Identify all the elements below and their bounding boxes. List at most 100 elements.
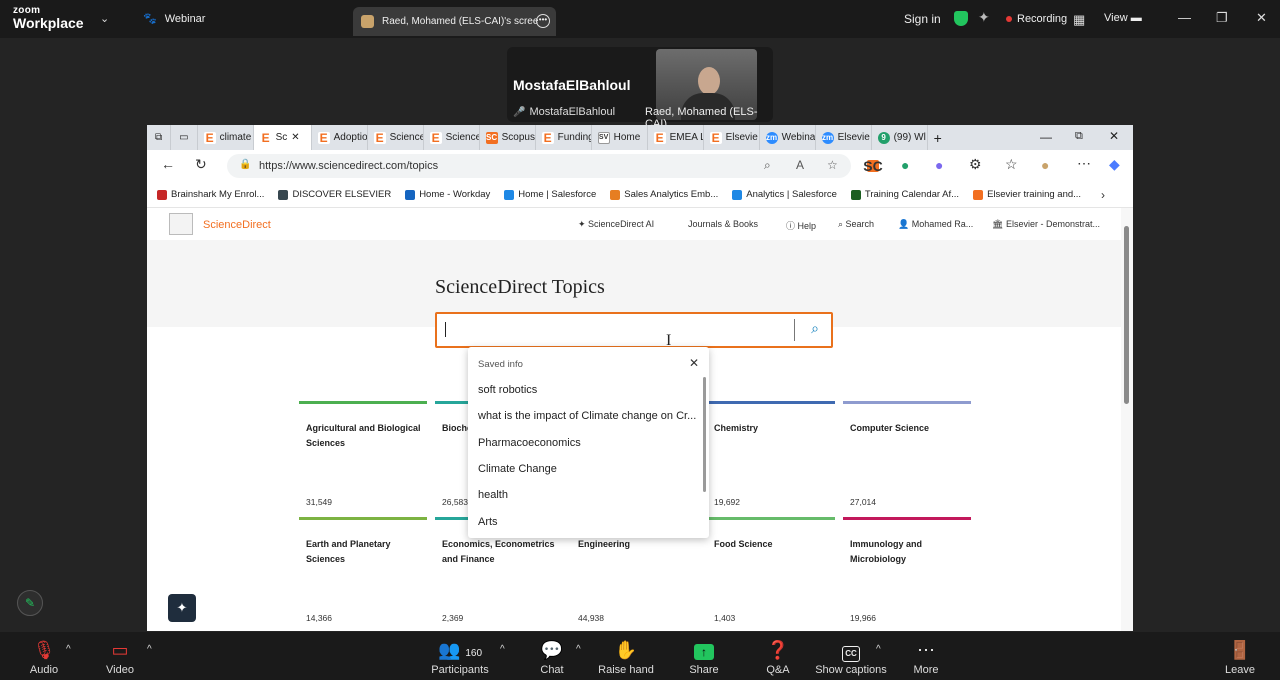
search-icon[interactable]: ⌕ <box>804 320 826 340</box>
hand-icon: ✋ <box>614 640 638 660</box>
bookmark-item[interactable]: Brainshark My Enrol... <box>157 189 264 200</box>
nav-help[interactable]: ⓘ Help <box>786 219 816 232</box>
video-button[interactable]: ▭ Video <box>98 638 142 676</box>
shared-screen-tab[interactable]: Raed, Mohamed (ELS-CAI)'s scree ••• <box>353 7 556 36</box>
nav-institution[interactable]: 🏛 Elsevier - Demonstrat... <box>992 219 1100 230</box>
bookmarks-more-icon[interactable]: › <box>1101 188 1105 202</box>
saved-info-item[interactable]: soft robotics <box>478 384 698 396</box>
profile-extension-icon[interactable]: ● <box>935 157 943 173</box>
audio-button[interactable]: 🎙 Audio <box>22 638 66 676</box>
recording-indicator[interactable]: Recording <box>1006 13 1067 25</box>
extension-icon[interactable]: ● <box>901 157 909 173</box>
saved-info-item[interactable]: Arts <box>478 516 698 528</box>
browser-tab[interactable]: SV Home <box>592 125 648 150</box>
tab-actions-icon[interactable]: ▭ <box>171 125 198 150</box>
browser-tab[interactable]: Eclimate <box>198 125 254 150</box>
zoom-brand-main: Workplace <box>13 15 84 31</box>
nav-sciencedirect-ai[interactable]: ✦ ScienceDirect AI <box>578 219 654 230</box>
more-button[interactable]: ⋯ More <box>908 638 944 676</box>
new-tab-button[interactable]: + <box>928 125 948 150</box>
workspaces-icon[interactable]: ⧉ <box>147 125 172 150</box>
browser-tab[interactable]: E Funding <box>536 125 592 150</box>
browser-restore-icon[interactable]: ⧉ <box>1075 130 1083 143</box>
bookmark-item[interactable]: Analytics | Salesforce <box>732 189 837 200</box>
participants-button[interactable]: 👥 160 Participants <box>428 638 492 676</box>
video-options-icon[interactable]: ^ <box>147 644 152 655</box>
nav-search[interactable]: ⌕ Search <box>838 219 874 230</box>
elsevier-logo-icon[interactable] <box>169 213 193 235</box>
browser-tab[interactable]: E Sc ✕ <box>253 125 312 150</box>
share-button[interactable]: ↑ Share <box>684 638 724 676</box>
saved-info-item[interactable]: what is the impact of Climate change on … <box>478 410 698 422</box>
annotate-pen-icon[interactable]: ✎ <box>17 590 43 616</box>
chat-button[interactable]: 💬 Chat <box>532 638 572 676</box>
topic-card[interactable]: Agricultural and Biological Sciences 31,5… <box>299 401 427 515</box>
favorite-star-icon[interactable]: ☆ <box>827 158 838 172</box>
topic-card[interactable]: Earth and Planetary Sciences 14,366 <box>299 517 427 631</box>
zoom-search-icon[interactable]: ⌕ <box>764 158 771 173</box>
shield-icon[interactable] <box>954 11 968 26</box>
qa-button[interactable]: ❓ Q&A <box>762 638 794 676</box>
browser-minimize-icon[interactable]: — <box>1040 130 1052 144</box>
browser-tab[interactable]: 9 (99) Wl <box>872 125 928 150</box>
menu-dots-icon[interactable]: ⋯ <box>1077 155 1091 172</box>
bookmark-item[interactable]: Training Calendar Af... <box>850 189 959 200</box>
bookmark-item[interactable]: Sales Analytics Emb... <box>610 189 718 200</box>
browser-tab[interactable]: E EMEA L <box>648 125 704 150</box>
more-options-icon[interactable]: ••• <box>536 14 550 28</box>
browser-tab[interactable]: E Adoptio <box>312 125 368 150</box>
topic-card[interactable]: Food Science 1,403 <box>707 517 835 631</box>
bookmark-item[interactable]: Elsevier training and... <box>973 189 1081 200</box>
close-icon[interactable]: ✕ <box>1256 10 1267 26</box>
topics-search-input[interactable]: ⌕ <box>435 312 833 348</box>
browser-tab[interactable]: SC Scopus <box>480 125 536 150</box>
topic-card[interactable]: Computer Science 27,014 <box>843 401 971 515</box>
saved-info-item[interactable]: health <box>478 489 698 501</box>
address-bar[interactable]: 🔒 https://www.sciencedirect.com/topics ⌕… <box>227 154 851 178</box>
captions-options-icon[interactable]: ^ <box>876 644 881 655</box>
page-scrollbar[interactable] <box>1121 208 1133 631</box>
audio-options-icon[interactable]: ^ <box>66 644 71 655</box>
minimize-icon[interactable]: — <box>1178 10 1191 25</box>
scopus-extension-icon[interactable]: SC <box>863 158 882 174</box>
nav-journals-books[interactable]: Journals & Books <box>688 219 758 229</box>
saved-info-item[interactable]: Pharmacoeconomics <box>478 437 698 449</box>
bookmark-item[interactable]: Home | Salesforce <box>504 189 596 200</box>
webinar-tab[interactable]: 🐾 Webinar <box>143 12 205 26</box>
ai-sparkle-icon[interactable]: ✦ <box>978 9 990 26</box>
close-tab-icon[interactable]: ✕ <box>291 132 299 143</box>
bookmark-item[interactable]: Home - Workday <box>405 189 490 200</box>
leave-button[interactable]: 🚪 Leave <box>1222 638 1258 676</box>
read-aloud-icon[interactable]: A <box>796 158 804 172</box>
browser-tab[interactable]: E Science <box>424 125 480 150</box>
dropdown-scrollbar[interactable] <box>703 377 706 492</box>
topic-card[interactable]: Immunology and Microbiology 19,966 <box>843 517 971 631</box>
browser-tab[interactable]: E Elsevie <box>704 125 760 150</box>
back-icon[interactable]: ← <box>161 156 175 172</box>
restore-icon[interactable]: ❐ <box>1216 10 1228 26</box>
topic-card[interactable]: Chemistry 19,692 <box>707 401 835 515</box>
nav-user[interactable]: 👤 Mohamed Ra... <box>898 219 973 230</box>
scrollbar-thumb[interactable] <box>1124 226 1129 404</box>
participants-options-icon[interactable]: ^ <box>500 644 505 655</box>
refresh-icon[interactable]: ↻ <box>195 156 207 173</box>
sd-brand[interactable]: ScienceDirect <box>203 219 271 231</box>
saved-info-item[interactable]: Climate Change <box>478 463 698 475</box>
copilot-icon[interactable]: ◆ <box>1109 156 1120 173</box>
browser-tab[interactable]: zm Webina <box>760 125 816 150</box>
close-icon[interactable]: ✕ <box>689 356 699 370</box>
bookmark-item[interactable]: DISCOVER ELSEVIER <box>278 189 391 200</box>
sign-in-link[interactable]: Sign in <box>904 12 941 26</box>
favorites-icon[interactable]: ☆ <box>1005 156 1018 173</box>
chat-options-icon[interactable]: ^ <box>576 644 581 655</box>
ai-assistant-button[interactable]: ✦ <box>168 594 196 622</box>
browser-close-icon[interactable]: ✕ <box>1109 129 1119 143</box>
raise-hand-button[interactable]: ✋ Raise hand <box>597 638 655 676</box>
browser-tab[interactable]: zm Elsevie <box>816 125 872 150</box>
view-button[interactable]: View ▬ <box>1104 12 1142 24</box>
profile-avatar-icon[interactable]: ● <box>1041 157 1049 173</box>
gallery-grid-icon[interactable]: ▦ <box>1073 12 1085 28</box>
extensions-puzzle-icon[interactable]: ⚙ <box>969 156 982 173</box>
chevron-down-icon[interactable]: ⌄ <box>100 12 109 25</box>
browser-tab[interactable]: E Science <box>368 125 424 150</box>
